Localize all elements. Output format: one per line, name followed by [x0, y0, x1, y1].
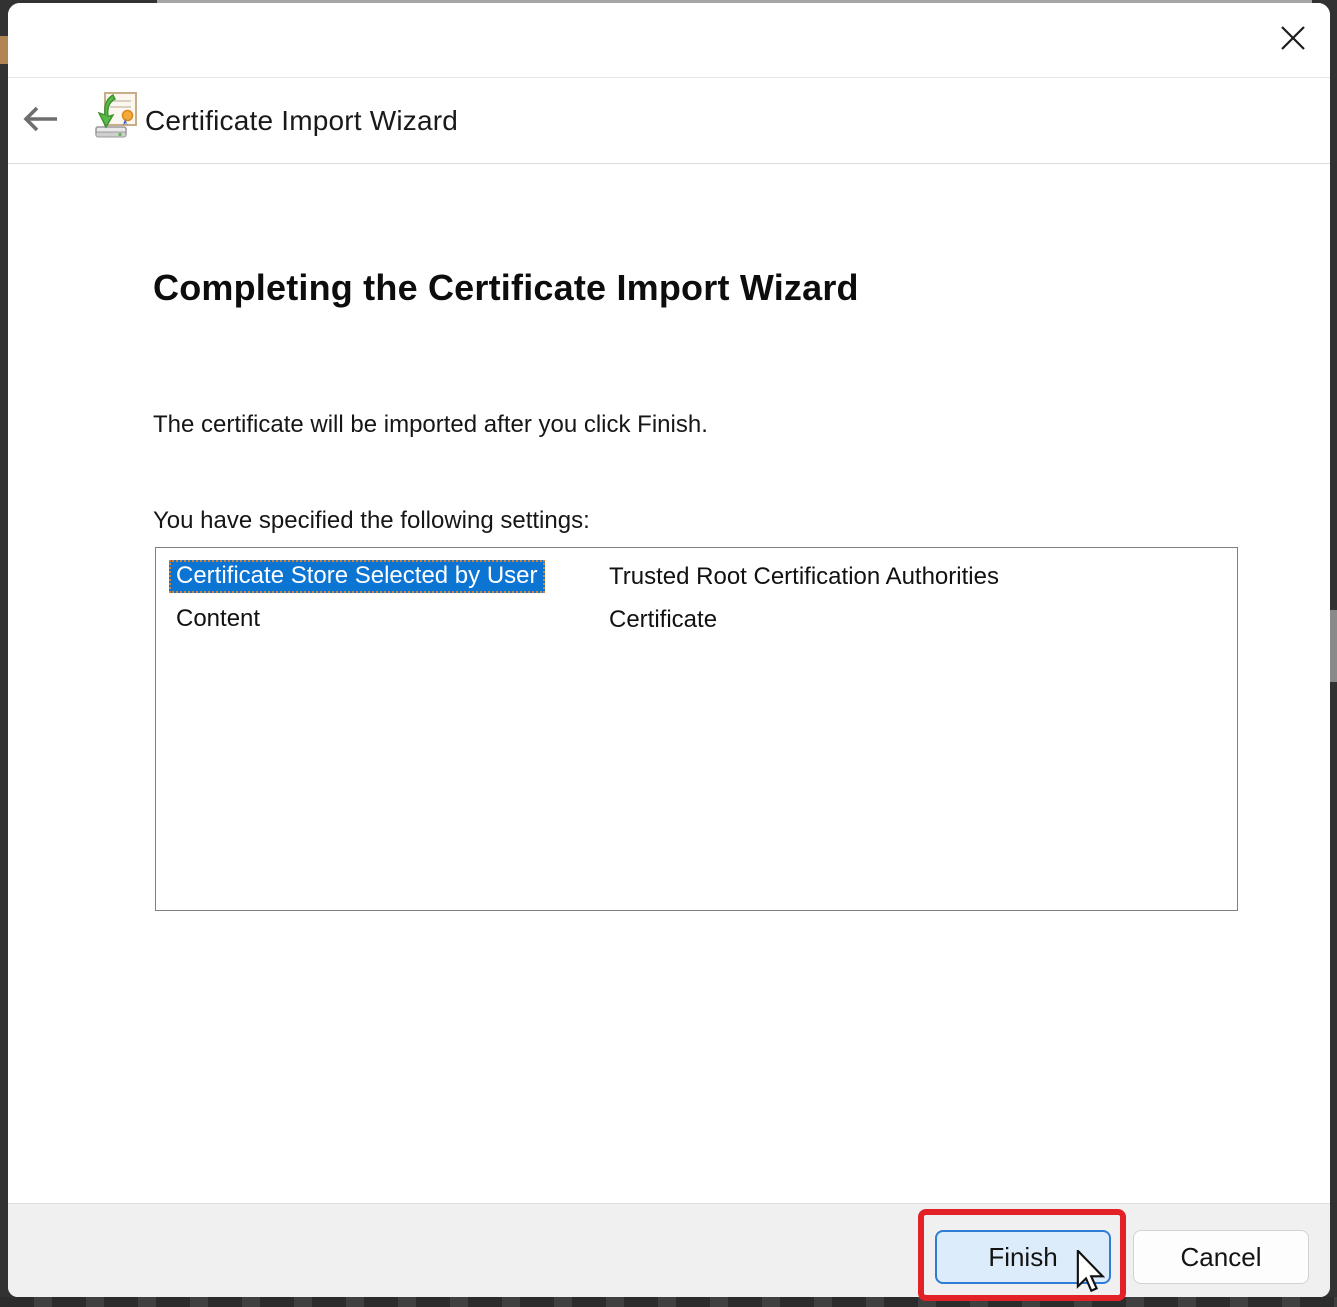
setting-value: Certificate: [609, 605, 718, 633]
background-bleed-patch-right: [1330, 610, 1337, 682]
certificate-import-icon: [93, 91, 139, 141]
button-bar: Finish Cancel: [8, 1203, 1330, 1297]
back-arrow-icon: [20, 105, 60, 136]
back-button[interactable]: [18, 100, 62, 140]
close-button[interactable]: [1270, 16, 1316, 62]
finish-button[interactable]: Finish: [935, 1230, 1111, 1284]
background-window-bottom-edge: [0, 1297, 1337, 1307]
cancel-button[interactable]: Cancel: [1133, 1230, 1309, 1284]
settings-label: You have specified the following setting…: [153, 507, 590, 534]
settings-row-content[interactable]: Content Certificate: [169, 598, 1237, 641]
page-heading: Completing the Certificate Import Wizard: [153, 267, 859, 308]
wizard-page-body: Completing the Certificate Import Wizard…: [8, 164, 1330, 1203]
screenshot-canvas: Certificate Import Wizard Completing the…: [0, 0, 1337, 1307]
titlebar: [8, 3, 1330, 78]
certificate-import-wizard-dialog: Certificate Import Wizard Completing the…: [8, 3, 1330, 1297]
wizard-header: Certificate Import Wizard: [8, 78, 1330, 164]
settings-listbox: Certificate Store Selected by User Trust…: [155, 547, 1238, 911]
settings-row-certificate-store[interactable]: Certificate Store Selected by User Trust…: [169, 555, 1237, 598]
wizard-title: Certificate Import Wizard: [145, 104, 459, 136]
setting-name-selected[interactable]: Certificate Store Selected by User: [169, 560, 545, 593]
setting-value: Trusted Root Certification Authorities: [609, 562, 999, 590]
intro-text: The certificate will be imported after y…: [153, 411, 708, 438]
close-icon: [1276, 21, 1310, 58]
setting-name[interactable]: Content: [169, 603, 267, 636]
